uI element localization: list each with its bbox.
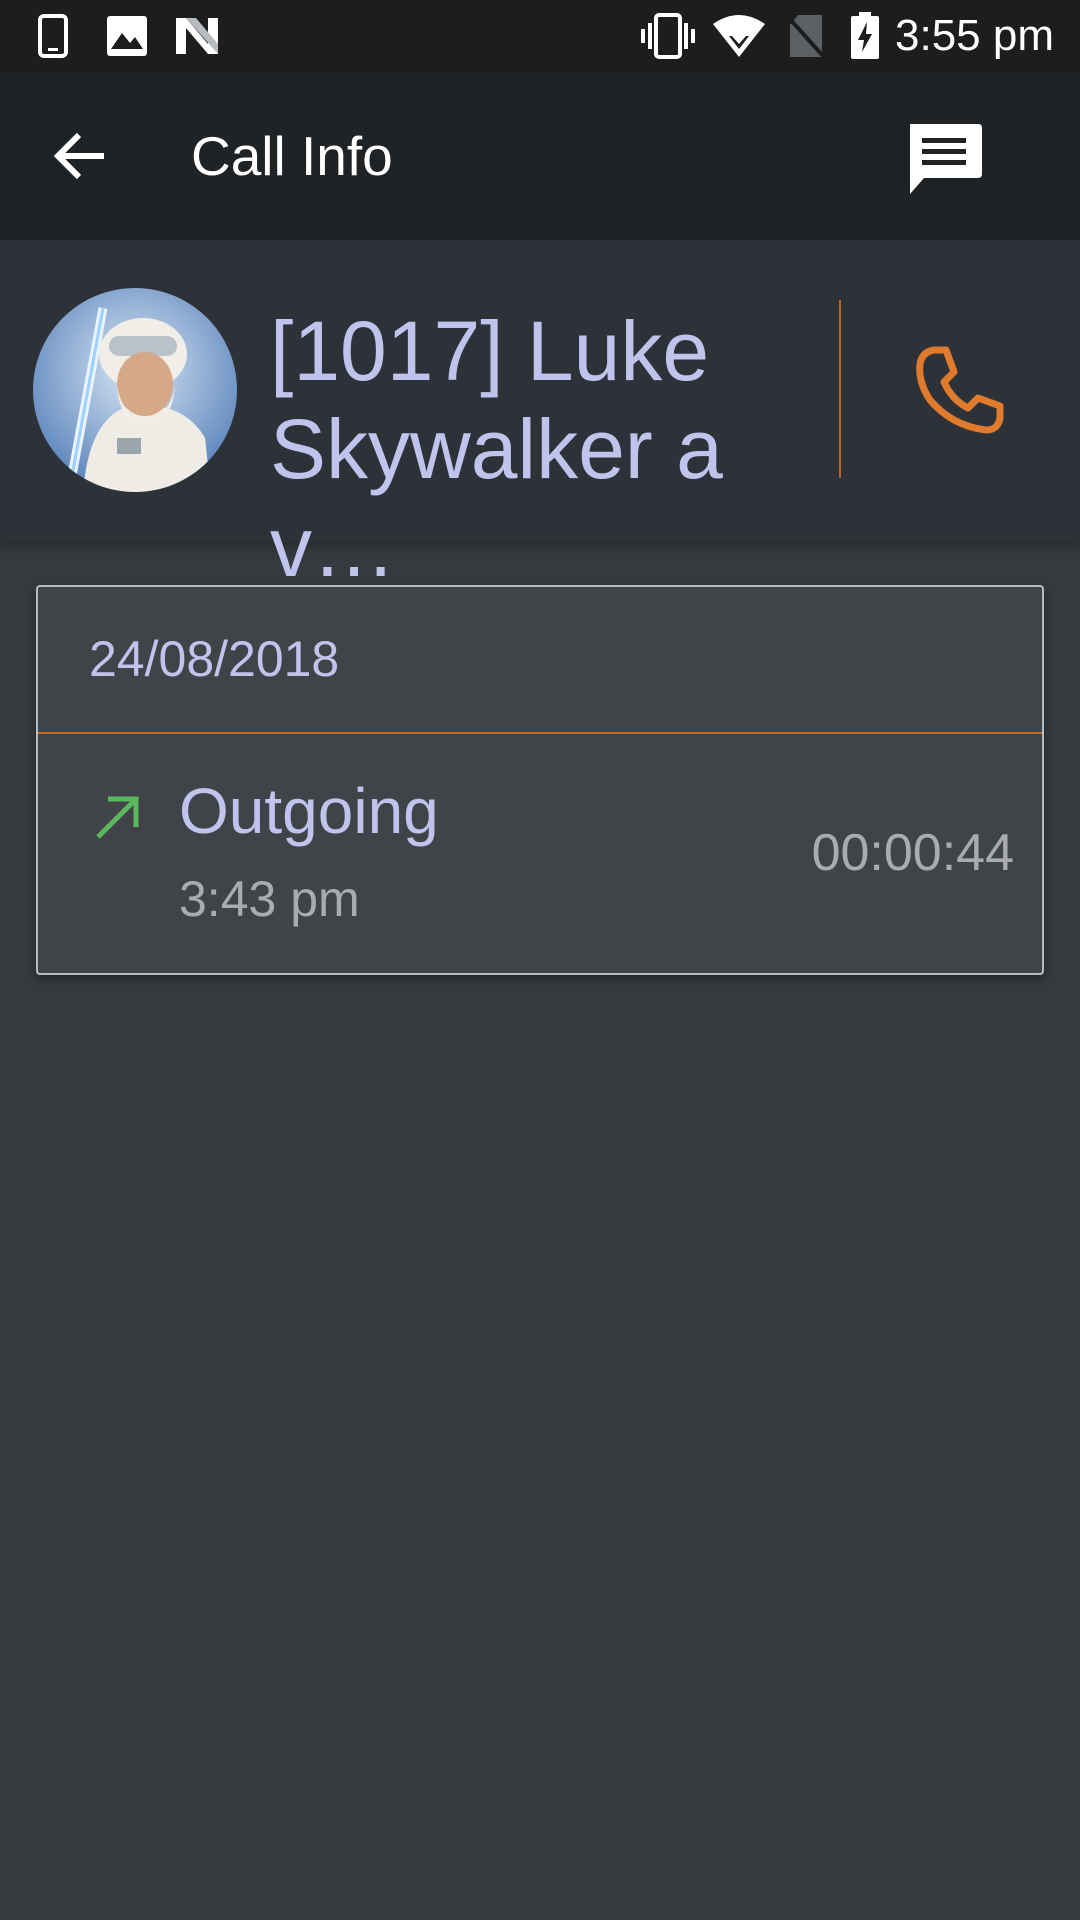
battery-charging-icon xyxy=(850,12,880,60)
divider xyxy=(38,732,1042,734)
status-time: 3:55 pm xyxy=(895,11,1054,60)
contact-name: [1017] Luke Skywalker a v… xyxy=(270,304,723,594)
app-bar: Call Info xyxy=(0,72,1080,240)
arrow-back-icon[interactable] xyxy=(40,116,120,196)
avatar[interactable] xyxy=(33,288,237,492)
call-log-card: 24/08/2018 Outgoing 3:43 pm 00:00:44 xyxy=(36,585,1044,975)
phone-call-icon[interactable] xyxy=(900,330,1020,450)
call-time: 3:43 pm xyxy=(179,871,360,927)
call-date: 24/08/2018 xyxy=(89,631,340,687)
vibrate-icon xyxy=(640,12,696,60)
phone-icon xyxy=(38,12,68,60)
image-icon xyxy=(106,12,148,60)
page-title: Call Info xyxy=(191,125,393,187)
no-sim-icon xyxy=(786,12,826,60)
outgoing-arrow-icon xyxy=(90,787,148,845)
divider xyxy=(839,300,841,478)
call-duration: 00:00:44 xyxy=(811,824,1014,882)
call-type: Outgoing xyxy=(179,775,439,847)
message-icon[interactable] xyxy=(896,112,992,208)
status-bar: 3:55 pm xyxy=(0,0,1080,72)
n-icon xyxy=(174,12,220,60)
wifi-icon xyxy=(712,12,766,60)
